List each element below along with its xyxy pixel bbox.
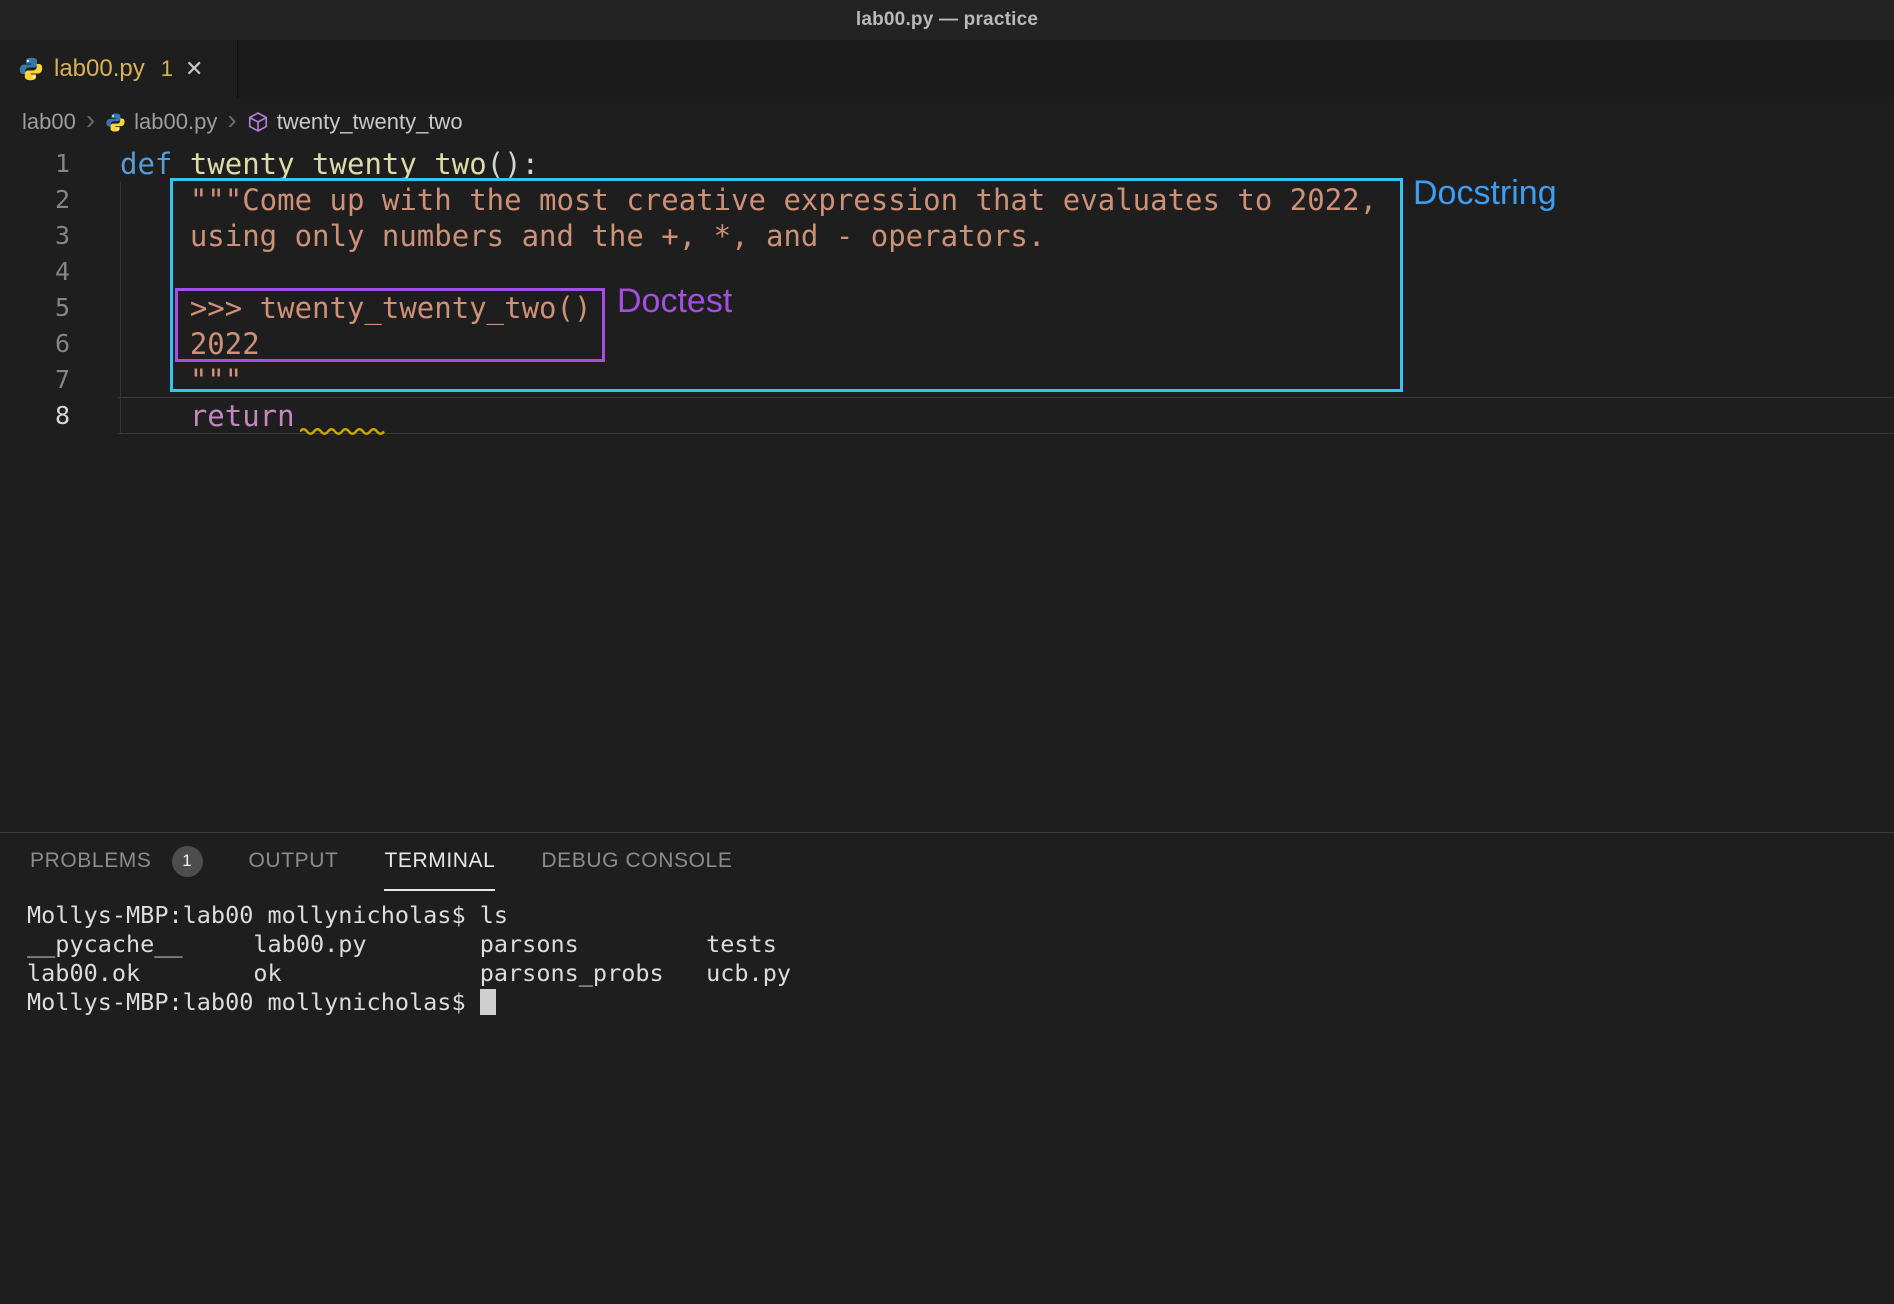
docstring-annotation-label: Docstring [1413,174,1557,213]
line-number: 5 [0,290,120,326]
tab-lab00-py[interactable]: lab00.py 1 ✕ [0,40,238,98]
tab-problems[interactable]: PROBLEMS 1 [30,833,203,891]
problems-count-badge: 1 [172,846,203,877]
line-number: 2 [0,182,120,218]
symbol-namespace-icon [247,111,269,133]
terminal-tab-label: TERMINAL [384,849,495,873]
code-text: return [120,398,295,434]
code-line-8: 8 return [0,398,1894,434]
terminal-output[interactable]: Mollys-MBP:lab00 mollynicholas$ ls __pyc… [27,901,791,1017]
terminal-prompt-line: Mollys-MBP:lab00 mollynicholas$ [27,988,791,1017]
breadcrumb: lab00 › lab00.py › twenty_twenty_two [0,98,1894,146]
terminal-line: Mollys-MBP:lab00 mollynicholas$ ls [27,901,791,930]
close-icon[interactable]: ✕ [185,56,203,82]
tab-output[interactable]: OUTPUT [249,833,339,891]
chevron-right-icon: › [86,106,95,134]
line-number: 7 [0,362,120,398]
code-segment: def [120,147,190,181]
tab-terminal[interactable]: TERMINAL [384,833,495,891]
code-segment: twenty_twenty_two [190,147,487,181]
output-tab-label: OUTPUT [249,849,339,873]
code-segment [120,399,190,433]
doctest-annotation-label: Doctest [617,282,732,321]
doctest-annotation-box [175,288,605,362]
code-line-1: 1 def twenty_twenty_two(): [0,146,1894,182]
line-number: 6 [0,326,120,362]
code-segment: (): [487,147,539,181]
terminal-prompt: Mollys-MBP:lab00 mollynicholas$ [27,988,480,1016]
window-title: lab00.py — practice [856,9,1038,31]
debug-console-tab-label: DEBUG CONSOLE [541,849,732,873]
title-bar: lab00.py — practice [0,0,1894,40]
breadcrumb-file[interactable]: lab00.py [134,109,217,135]
line-number: 4 [0,254,120,290]
chevron-right-icon: › [227,106,236,134]
tab-problems-count: 1 [161,56,173,82]
python-icon [105,112,126,133]
line-number: 1 [0,146,120,182]
code-editor[interactable]: 1 def twenty_twenty_two(): 2 """Come up … [0,146,1894,832]
terminal-cursor [480,989,496,1015]
terminal-line: lab00.ok ok parsons_probs ucb.py [27,959,791,988]
code-text: def twenty_twenty_two(): [120,146,539,182]
panel-tab-bar: PROBLEMS 1 OUTPUT TERMINAL DEBUG CONSOLE [0,833,1894,891]
python-icon [18,56,44,82]
editor-tab-bar: lab00.py 1 ✕ [0,40,1894,98]
line-number: 3 [0,218,120,254]
terminal-line: __pycache__ lab00.py parsons tests [27,930,791,959]
line-number: 8 [0,398,120,434]
tab-label: lab00.py [54,55,145,83]
warning-squiggle-icon [300,426,386,435]
tab-debug-console[interactable]: DEBUG CONSOLE [541,833,732,891]
problems-tab-label: PROBLEMS [30,849,152,873]
breadcrumb-folder[interactable]: lab00 [22,109,76,135]
code-segment: return [190,399,295,433]
breadcrumb-symbol[interactable]: twenty_twenty_two [277,109,463,135]
